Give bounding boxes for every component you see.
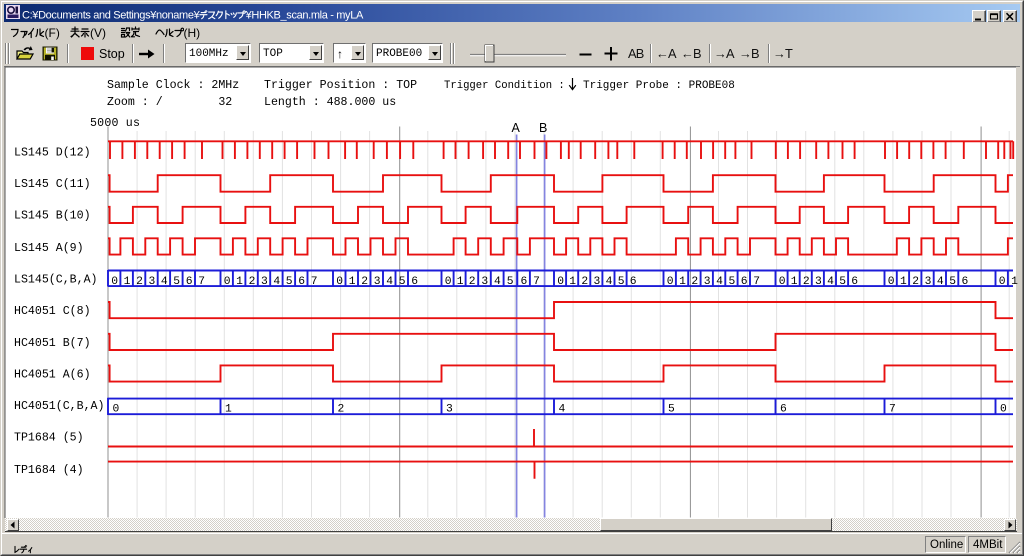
svg-text:0: 0 bbox=[557, 276, 564, 288]
svg-text:7: 7 bbox=[753, 276, 760, 288]
svg-text:1: 1 bbox=[791, 276, 798, 288]
svg-text:1: 1 bbox=[349, 276, 356, 288]
svg-text:HC4051 C(8): HC4051 C(8) bbox=[14, 305, 91, 318]
svg-text:6: 6 bbox=[851, 276, 858, 288]
svg-text:3: 3 bbox=[594, 276, 601, 288]
svg-text:3: 3 bbox=[481, 276, 488, 288]
svg-text:6: 6 bbox=[411, 276, 418, 288]
svg-text:LS145(C,B,A): LS145(C,B,A) bbox=[14, 273, 98, 286]
svg-text:2: 2 bbox=[338, 403, 345, 415]
svg-text:5: 5 bbox=[286, 276, 293, 288]
svg-text:3: 3 bbox=[815, 276, 822, 288]
svg-text:5000 us: 5000 us bbox=[90, 117, 140, 130]
svg-text:4: 4 bbox=[559, 403, 566, 415]
svg-text:0: 0 bbox=[779, 276, 786, 288]
svg-text:2: 2 bbox=[803, 276, 810, 288]
svg-text:0: 0 bbox=[667, 276, 674, 288]
svg-text:4: 4 bbox=[273, 276, 280, 288]
svg-text:5: 5 bbox=[399, 276, 406, 288]
svg-text:2: 2 bbox=[691, 276, 698, 288]
svg-text:1: 1 bbox=[124, 276, 131, 288]
svg-text:1: 1 bbox=[679, 276, 686, 288]
svg-text:0: 0 bbox=[1000, 403, 1007, 415]
svg-text:2: 2 bbox=[136, 276, 143, 288]
svg-text:6: 6 bbox=[298, 276, 305, 288]
svg-text:0: 0 bbox=[445, 276, 452, 288]
svg-text:6: 6 bbox=[962, 276, 969, 288]
svg-text:LS145 D(12): LS145 D(12) bbox=[14, 147, 91, 160]
svg-text:4: 4 bbox=[716, 276, 723, 288]
svg-text:7: 7 bbox=[533, 276, 540, 288]
svg-text:1: 1 bbox=[457, 276, 464, 288]
svg-text:LS145 B(10): LS145 B(10) bbox=[14, 210, 91, 223]
svg-text:6: 6 bbox=[780, 403, 787, 415]
svg-text:4: 4 bbox=[386, 276, 393, 288]
svg-text:5: 5 bbox=[949, 276, 956, 288]
svg-text:1: 1 bbox=[900, 276, 907, 288]
svg-text:1: 1 bbox=[569, 276, 576, 288]
svg-text:6: 6 bbox=[186, 276, 193, 288]
svg-text:7: 7 bbox=[889, 403, 896, 415]
svg-text:TP1684 (5): TP1684 (5) bbox=[14, 432, 84, 445]
svg-text:5: 5 bbox=[729, 276, 736, 288]
svg-text:3: 3 bbox=[261, 276, 268, 288]
svg-text:4: 4 bbox=[937, 276, 944, 288]
svg-text:6: 6 bbox=[741, 276, 748, 288]
svg-text:Trigger Condition :: Trigger Condition : bbox=[444, 80, 565, 92]
svg-text:2: 2 bbox=[361, 276, 368, 288]
svg-text:3: 3 bbox=[446, 403, 453, 415]
svg-text:4: 4 bbox=[606, 276, 613, 288]
svg-text:Zoom : / 32: Zoom : / 32 bbox=[107, 96, 232, 109]
svg-text:0: 0 bbox=[113, 403, 120, 415]
svg-text:4: 4 bbox=[494, 276, 501, 288]
svg-text:0: 0 bbox=[999, 276, 1006, 288]
svg-text:Trigger Position : TOP: Trigger Position : TOP bbox=[264, 79, 417, 92]
svg-text:6: 6 bbox=[630, 276, 637, 288]
svg-text:5: 5 bbox=[507, 276, 514, 288]
svg-text:2: 2 bbox=[581, 276, 588, 288]
svg-text:0: 0 bbox=[888, 276, 895, 288]
svg-text:1: 1 bbox=[1011, 276, 1018, 288]
svg-text:2: 2 bbox=[249, 276, 256, 288]
svg-text:7: 7 bbox=[198, 276, 205, 288]
svg-text:Length : 488.000 us: Length : 488.000 us bbox=[264, 96, 396, 109]
svg-text:5: 5 bbox=[618, 276, 625, 288]
svg-text:0: 0 bbox=[111, 276, 118, 288]
svg-text:Sample Clock : 2MHz: Sample Clock : 2MHz bbox=[107, 79, 239, 92]
svg-text:2: 2 bbox=[912, 276, 919, 288]
svg-text:HC4051 A(6): HC4051 A(6) bbox=[14, 369, 91, 382]
svg-text:HC4051(C,B,A): HC4051(C,B,A) bbox=[14, 400, 104, 413]
svg-text:0: 0 bbox=[224, 276, 231, 288]
svg-text:5: 5 bbox=[173, 276, 180, 288]
svg-text:TP1684 (4): TP1684 (4) bbox=[14, 464, 84, 477]
svg-text:4: 4 bbox=[827, 276, 834, 288]
svg-text:1: 1 bbox=[225, 403, 232, 415]
svg-text:3: 3 bbox=[925, 276, 932, 288]
svg-text:A: A bbox=[512, 121, 521, 135]
svg-text:2: 2 bbox=[469, 276, 476, 288]
svg-text:LS145 C(11): LS145 C(11) bbox=[14, 178, 91, 191]
svg-text:3: 3 bbox=[704, 276, 711, 288]
svg-text:0: 0 bbox=[336, 276, 343, 288]
svg-text:HC4051 B(7): HC4051 B(7) bbox=[14, 337, 91, 350]
svg-text:6: 6 bbox=[521, 276, 528, 288]
svg-text:1: 1 bbox=[236, 276, 243, 288]
svg-text:Trigger Probe : PROBE08: Trigger Probe : PROBE08 bbox=[583, 80, 735, 92]
svg-text:4: 4 bbox=[161, 276, 168, 288]
svg-text:5: 5 bbox=[839, 276, 846, 288]
svg-text:LS145 A(9): LS145 A(9) bbox=[14, 242, 84, 255]
svg-text:3: 3 bbox=[374, 276, 381, 288]
svg-text:5: 5 bbox=[668, 403, 675, 415]
svg-text:7: 7 bbox=[311, 276, 318, 288]
svg-text:3: 3 bbox=[149, 276, 156, 288]
svg-text:B: B bbox=[539, 121, 547, 135]
